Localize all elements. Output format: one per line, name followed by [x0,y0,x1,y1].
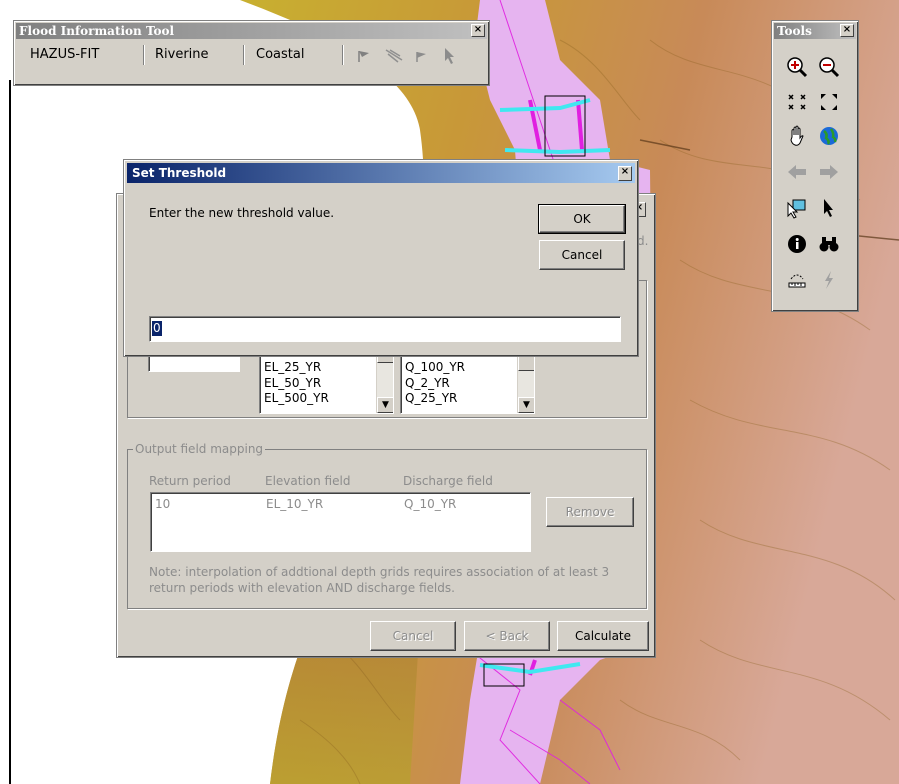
menu-hazus-fit[interactable]: HAZUS-FIT [30,41,99,69]
menu-riverine[interactable]: Riverine [155,41,209,69]
cancel-button-wizard[interactable]: Cancel [370,621,456,651]
elevation-field-list[interactable]: EL_25_YR EL_50_YR EL_500_YR ▼ [259,352,394,414]
fixed-zoom-in-icon[interactable] [786,91,808,113]
separator [143,45,145,65]
scroll-down-button[interactable]: ▼ [518,397,534,413]
discharge-scrollbar[interactable]: ▼ [517,353,534,413]
flood-information-toolbar: Flood Information Tool × HAZUS-FIT River… [13,20,490,86]
menu-coastal[interactable]: Coastal [256,41,304,69]
forward-arrow-icon[interactable] [818,161,840,183]
table-row[interactable]: 10 [155,497,170,511]
list-item[interactable]: EL_25_YR [264,361,321,374]
set-threshold-dialog: Set Threshold × Enter the new threshold … [123,159,639,357]
pan-hand-icon[interactable] [786,125,808,147]
separator [243,45,245,65]
ok-button[interactable]: OK [538,204,626,234]
select-pointer-icon[interactable] [818,197,840,219]
threshold-close-button[interactable]: × [618,166,632,181]
mapping-list[interactable]: 10 EL_10_YR Q_10_YR [150,492,531,552]
col-elevation-field: Elevation field [265,474,351,488]
fixed-zoom-out-icon[interactable] [818,91,840,113]
elevation-scrollbar[interactable]: ▼ [376,353,393,413]
identify-icon[interactable] [786,233,808,255]
threshold-value: 0 [152,321,162,336]
remove-button[interactable]: Remove [546,497,634,527]
table-row-elevation: EL_10_YR [266,497,324,511]
flag-arrow-icon[interactable] [414,49,430,63]
separator [342,45,344,65]
discharge-field-list[interactable]: Q_100_YR Q_2_YR Q_25_YR ▼ [400,352,535,414]
tools-panel: Tools × [771,20,859,312]
cancel-button[interactable]: Cancel [539,240,625,270]
calculate-button[interactable]: Calculate [557,621,649,651]
toolbar-title: Flood Information Tool [16,23,487,39]
back-arrow-icon[interactable] [786,161,808,183]
threshold-title: Set Threshold [132,166,227,180]
pointer-icon[interactable] [442,47,456,65]
list-item[interactable]: Q_25_YR [405,392,457,405]
threshold-title-bar: Set Threshold [127,163,635,183]
col-discharge-field: Discharge field [403,474,493,488]
measure-icon[interactable] [786,269,808,291]
flag-icon[interactable] [356,49,372,63]
toolbar-close-button[interactable]: × [471,24,485,37]
tools-icon[interactable] [384,48,404,64]
back-button[interactable]: < Back [464,621,550,651]
list-item[interactable]: EL_50_YR [264,377,321,390]
find-binoculars-icon[interactable] [818,233,840,255]
tools-close-button[interactable]: × [840,24,854,37]
hyperlink-bolt-icon[interactable] [818,269,840,291]
interpolation-note: Note: interpolation of addtional depth g… [149,565,610,595]
zoom-in-icon[interactable] [786,56,808,78]
col-return-period: Return period [149,474,231,488]
threshold-value-input[interactable]: 0 [149,316,621,342]
zoom-out-icon[interactable] [818,56,840,78]
list-item[interactable]: Q_100_YR [405,361,465,374]
select-features-icon[interactable] [786,197,808,219]
list-item[interactable]: Q_2_YR [405,377,450,390]
full-extent-globe-icon[interactable] [818,125,840,147]
output-field-mapping-label: Output field mapping [133,442,266,456]
threshold-prompt: Enter the new threshold value. [149,206,335,220]
table-row-discharge: Q_10_YR [404,497,457,511]
list-item[interactable]: EL_500_YR [264,392,329,405]
scroll-down-button[interactable]: ▼ [377,397,393,413]
